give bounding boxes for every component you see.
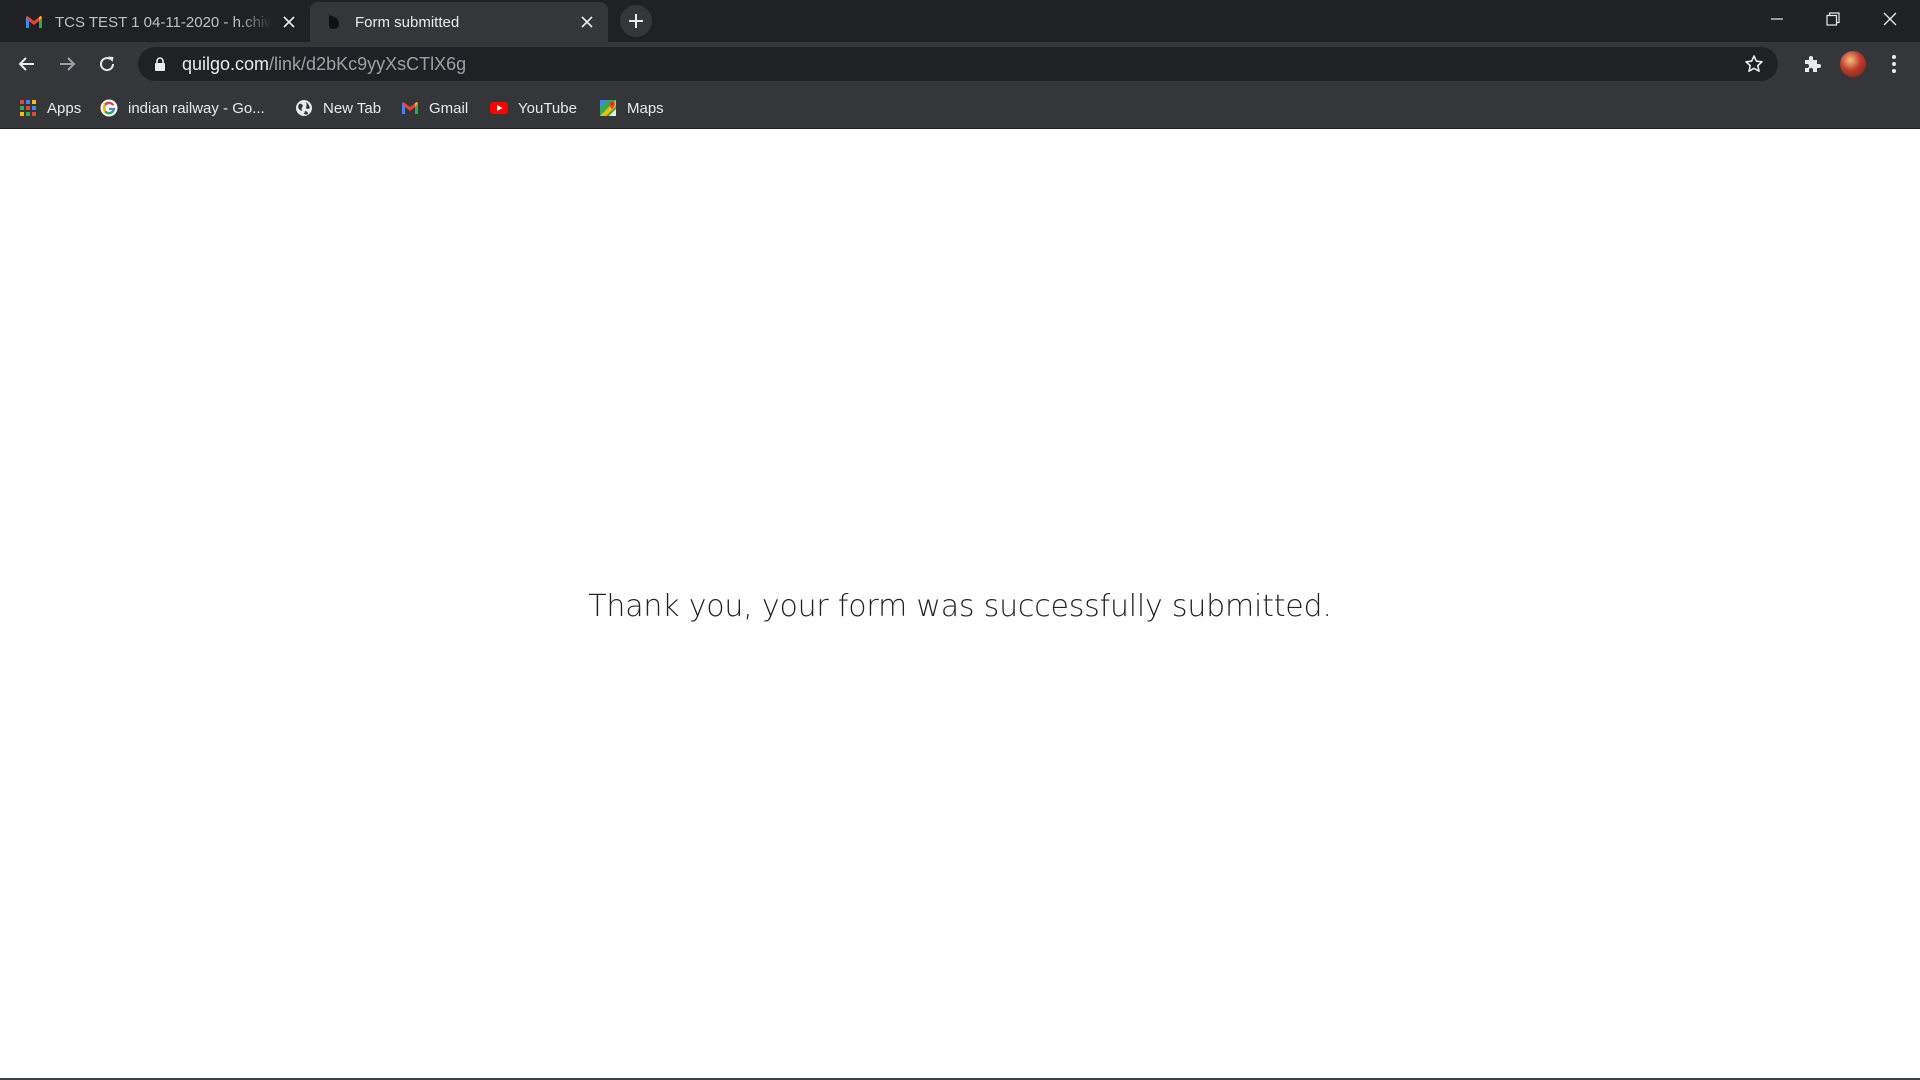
close-tab-icon[interactable] [280,13,298,31]
bookmark-youtube[interactable]: YouTube [490,95,577,121]
back-button[interactable] [11,48,43,80]
bookmark-gmail[interactable]: Gmail [401,95,468,121]
url-text[interactable]: quilgo.com/link/d2bKc9yyXsCTlX6g [182,54,466,75]
minimize-icon [1771,18,1783,20]
url-host: quilgo.com [182,53,270,74]
restore-icon [1826,12,1840,26]
bookmark-indian-railway[interactable]: indian railway - Go... [100,95,265,121]
lock-icon[interactable] [152,56,168,72]
browser-chrome: TCS TEST 1 04-11-2020 - h.chiwa Form sub… [0,0,1920,129]
tab-title: Form submitted [355,13,460,31]
quilgo-icon [325,13,343,31]
bookmark-label: New Tab [323,99,382,117]
page-content: Thank you, your form was successfully su… [0,129,1920,1080]
gmail-icon [25,13,43,31]
tab-title: TCS TEST 1 04-11-2020 - h.chiwa [55,13,272,31]
success-message: Thank you, your form was successfully su… [588,589,1332,624]
gmail-icon [401,99,419,117]
bookmark-label: Gmail [429,99,469,117]
extensions-icon[interactable] [1798,50,1826,78]
bookmark-maps[interactable]: Maps [599,95,664,121]
tab-form-submitted[interactable]: Form submitted [310,2,608,42]
menu-kebab-icon[interactable] [1880,50,1908,78]
forward-button[interactable] [51,48,83,80]
maps-icon [599,99,617,117]
close-icon [1883,12,1897,26]
close-window-button[interactable] [1862,0,1918,38]
bookmark-new-tab[interactable]: New Tab [295,95,381,121]
plus-icon [629,14,643,28]
bookmark-label: indian railway - Go... [128,99,265,117]
arrow-right-icon [60,57,76,71]
tab-strip: TCS TEST 1 04-11-2020 - h.chiwa Form sub… [0,0,1920,42]
google-icon [100,99,118,117]
new-tab-button[interactable] [620,5,652,37]
apps-grid-icon [19,99,37,117]
reload-icon [100,56,115,72]
bookmark-apps[interactable]: Apps [19,95,81,121]
tab-gmail[interactable]: TCS TEST 1 04-11-2020 - h.chiwa [10,2,310,42]
bookmark-star-icon[interactable] [1744,54,1764,74]
toolbar: quilgo.com/link/d2bKc9yyXsCTlX6g [0,42,1920,87]
bookmark-label: Apps [47,99,82,117]
url-path: /link/d2bKc9yyXsCTlX6g [269,53,467,74]
minimize-button[interactable] [1749,0,1805,38]
close-tab-icon[interactable] [578,13,596,31]
globe-icon [295,99,313,117]
bookmark-label: Maps [627,99,664,117]
youtube-icon [490,99,508,117]
arrow-left-icon [18,57,34,71]
bookmarks-bar: Apps indian railway - Go... New Tab Gmai… [0,87,1920,129]
address-bar[interactable]: quilgo.com/link/d2bKc9yyXsCTlX6g [138,47,1778,81]
restore-button[interactable] [1805,0,1861,38]
reload-button[interactable] [91,48,123,80]
bookmark-label: YouTube [518,99,577,117]
profile-avatar[interactable] [1840,51,1866,77]
